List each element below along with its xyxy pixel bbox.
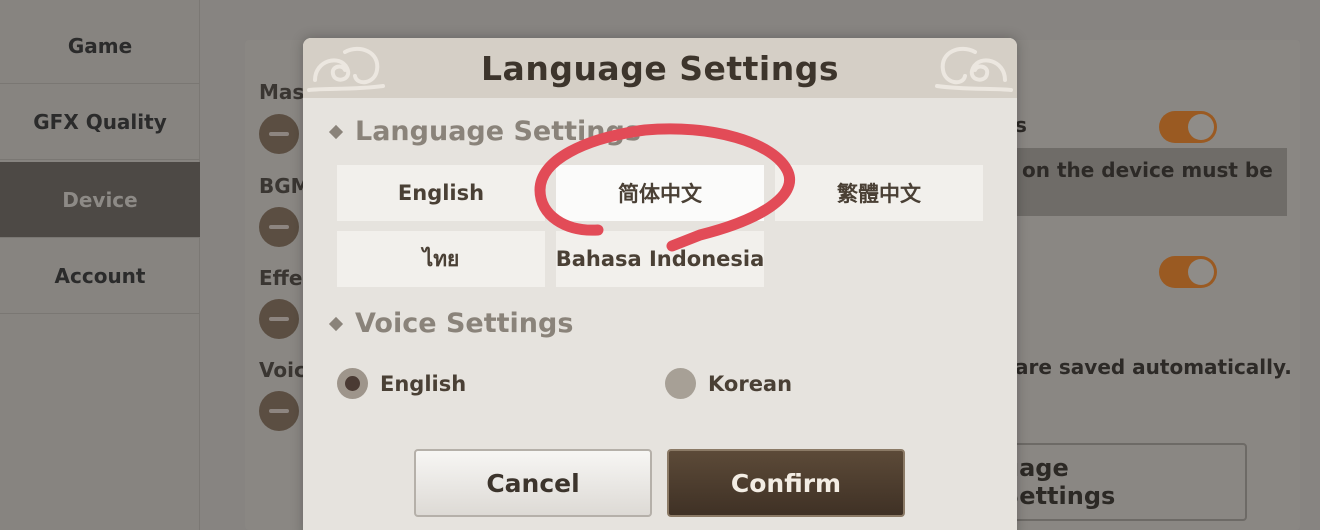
language-option-bahasa-indonesia[interactable]: Bahasa Indonesia	[556, 231, 764, 287]
notice-box: on the device must be	[1005, 148, 1287, 216]
sidebar-item-label: Game	[67, 33, 133, 58]
language-option-simplified-chinese[interactable]: 简体中文	[556, 165, 764, 221]
language-settings-dialog: Language Settings Language Settings Engl…	[303, 38, 1017, 530]
voice-volume-minus-button[interactable]	[259, 391, 299, 431]
notice-text: on the device must be	[1022, 158, 1273, 182]
sidebar-item-account[interactable]: Account	[0, 238, 200, 314]
sidebar-item-label: Account	[54, 263, 146, 288]
master-volume-label: Mas	[259, 80, 305, 104]
cloud-ornament-icon	[307, 46, 385, 92]
confirm-button-label: Confirm	[730, 468, 842, 498]
voice-volume-label: Voic	[259, 358, 306, 382]
cancel-button-label: Cancel	[486, 468, 580, 498]
voice-option-label: Korean	[708, 371, 793, 396]
language-option-label: 简体中文	[618, 182, 702, 206]
language-option-english[interactable]: English	[337, 165, 545, 221]
cloud-ornament-icon	[935, 46, 1013, 92]
language-settings-button[interactable]: uage Settings	[1000, 443, 1247, 521]
language-section-title: Language Settings	[328, 116, 641, 147]
diamond-bullet-icon	[328, 124, 344, 139]
sidebar-item-gfx-quality[interactable]: GFX Quality	[0, 84, 200, 160]
radio-button[interactable]	[337, 368, 368, 399]
language-option-label: English	[397, 181, 485, 205]
toggle-switch-icon[interactable]	[1159, 111, 1217, 143]
voice-option-label: English	[380, 371, 467, 396]
language-section-title-text: Language Settings	[355, 116, 641, 147]
voice-section-title: Voice Settings	[328, 308, 574, 339]
dialog-header: Language Settings	[303, 38, 1017, 98]
bgm-volume-minus-button[interactable]	[259, 207, 299, 247]
sidebar-item-label: Device	[62, 187, 138, 212]
language-option-label: ไทย	[422, 246, 460, 271]
language-settings-button-label: uage Settings	[1002, 454, 1116, 510]
language-option-traditional-chinese[interactable]: 繁體中文	[775, 165, 983, 221]
dialog-title: Language Settings	[481, 48, 839, 88]
language-option-thai[interactable]: ไทย	[337, 231, 545, 287]
sidebar-item-game[interactable]: Game	[0, 8, 200, 84]
effect-volume-minus-button[interactable]	[259, 299, 299, 339]
voice-option-korean[interactable]: Korean	[665, 368, 792, 399]
cancel-button[interactable]: Cancel	[414, 449, 652, 517]
language-option-label: Bahasa Indonesia	[555, 247, 765, 271]
autosave-text: are saved automatically.	[1015, 355, 1292, 379]
master-volume-minus-button[interactable]	[259, 114, 299, 154]
sidebar-item-label: GFX Quality	[33, 109, 167, 134]
radio-button[interactable]	[665, 368, 696, 399]
settings-sidebar: Game GFX Quality Device Account	[0, 0, 200, 530]
diamond-bullet-icon	[328, 316, 344, 331]
voice-option-english[interactable]: English	[337, 368, 466, 399]
voice-section-title-text: Voice Settings	[355, 308, 574, 339]
confirm-button[interactable]: Confirm	[667, 449, 905, 517]
language-option-label: 繁體中文	[837, 182, 921, 206]
toggle-switch-icon[interactable]	[1159, 256, 1217, 288]
sidebar-item-device[interactable]: Device	[0, 162, 200, 238]
effect-volume-label: Effe	[259, 266, 303, 290]
